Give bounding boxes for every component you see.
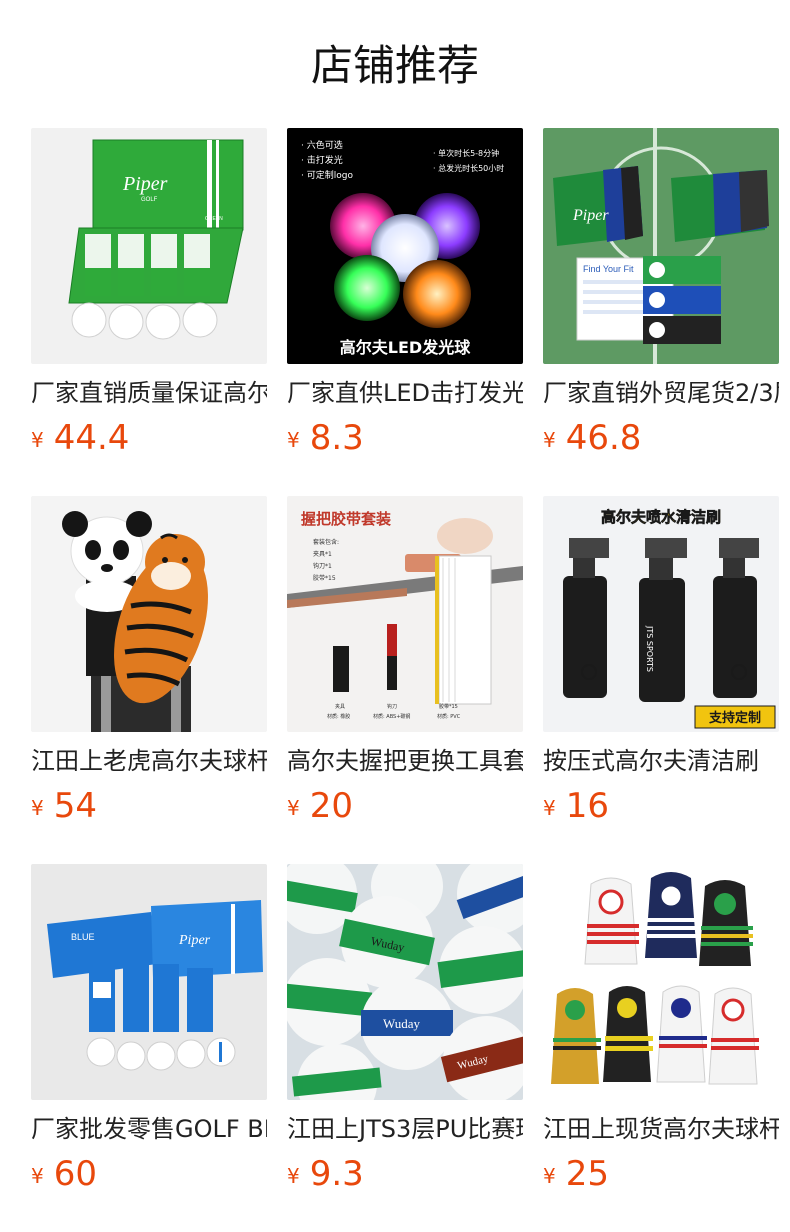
product-card[interactable]: 江田上老虎高尔夫球杆套 ¥54 [31,496,267,864]
product-image[interactable] [543,864,779,1100]
product-name[interactable]: 厂家批发零售GOLF BLUE [31,1112,267,1146]
feature-text: · 六色可选 [301,139,343,151]
feature-text: · 可定制logo [301,169,353,181]
currency-symbol: ¥ [287,796,300,820]
product-image[interactable]: Wuday Wuday Wuday [287,864,523,1100]
product-name[interactable]: 江田上老虎高尔夫球杆套 [31,744,267,778]
grip-tape-kit-image: 握把胶带套装 套装包含: 夹具*1 钩刀*1 胶带*15 夹具 钩刀 胶带*15… [287,496,523,732]
price-amount: 20 [309,786,353,826]
product-image[interactable] [31,496,267,732]
product-image[interactable]: Piper Find Your Fit [543,128,779,364]
brand-text: JTS SPORTS [645,625,654,672]
currency-symbol: ¥ [31,796,44,820]
striped-golf-balls-image: Wuday Wuday Wuday [287,864,523,1100]
product-price: ¥46.8 [543,416,641,460]
price-amount: 44.4 [53,418,130,458]
image-heading: 握把胶带套装 [301,510,392,528]
feature-text: · 击打发光 [301,154,343,166]
currency-symbol: ¥ [543,428,556,452]
currency-symbol: ¥ [543,1164,556,1188]
product-price: ¥25 [543,1152,609,1196]
brand-sub-text: GOLF [141,197,158,203]
product-image[interactable]: · 六色可选 · 击打发光 · 可定制logo · 单次时长5-8分钟 · 总发… [287,128,523,364]
price-amount: 8.3 [309,418,364,458]
product-price: ¥8.3 [287,416,364,460]
product-image[interactable]: 高尔夫喷水清洁刷 JTS SPORTS 支持定制 [543,496,779,732]
cleaning-brush-image: 高尔夫喷水清洁刷 JTS SPORTS 支持定制 [543,496,779,732]
product-price: ¥60 [31,1152,97,1196]
golf-box-set-image: Piper Find Your Fit [543,128,779,364]
product-name[interactable]: 厂家直供LED击打发光球 [287,376,523,410]
product-card[interactable]: Piper GOLF GREEN 厂家直销质量保证高尔夫球 ¥44.4 [31,128,267,496]
product-card[interactable]: 握把胶带套装 套装包含: 夹具*1 钩刀*1 胶带*15 夹具 钩刀 胶带*15… [287,496,523,864]
product-name[interactable]: 厂家直销质量保证高尔夫球 [31,376,267,410]
club-headcovers-image [543,864,779,1100]
animal-headcover-image [31,496,267,732]
currency-symbol: ¥ [287,1164,300,1188]
product-name[interactable]: 江田上现货高尔夫球杆套 [543,1112,779,1146]
product-image[interactable]: 握把胶带套装 套装包含: 夹具*1 钩刀*1 胶带*15 夹具 钩刀 胶带*15… [287,496,523,732]
currency-symbol: ¥ [287,428,300,452]
image-caption: 高尔夫LED发光球 [340,338,471,357]
product-name[interactable]: 高尔夫握把更换工具套装 [287,744,523,778]
brand-text: Piper [572,207,609,224]
blue-ball-box-image: BLUE Piper [31,864,267,1100]
item-label: 夹具 [335,703,345,710]
item-label: 钩刀 [387,703,397,710]
product-card[interactable]: · 六色可选 · 击打发光 · 可定制logo · 单次时长5-8分钟 · 总发… [287,128,523,496]
price-amount: 46.8 [565,418,642,458]
ball-text: Wuday [383,1016,421,1031]
page-title: 店铺推荐 [310,41,479,90]
item-label: 材质: ABS+碳钢 [373,713,410,720]
product-name[interactable]: 厂家直销外贸尾货2/3层 [543,376,779,410]
currency-symbol: ¥ [543,796,556,820]
product-price: ¥54 [31,784,97,828]
leaflet-text: Find Your Fit [583,264,634,274]
product-name[interactable]: 江田上JTS3层PU比赛球 [287,1112,523,1146]
item-label: 胶带*15 [439,703,458,710]
golf-ball-box-image: Piper GOLF GREEN [31,128,267,364]
item-label: 材质: 橡胶 [327,713,350,720]
kit-text: 胶带*15 [313,574,336,582]
kit-text: 套装包含: [313,538,339,546]
product-card[interactable]: 高尔夫喷水清洁刷 JTS SPORTS 支持定制 按压式高尔夫清洁刷 ¥16 [543,496,779,864]
price-amount: 25 [565,1154,609,1194]
product-price: ¥9.3 [287,1152,364,1196]
price-amount: 60 [53,1154,97,1194]
custom-badge: 支持定制 [708,710,761,726]
currency-symbol: ¥ [31,428,44,452]
variant-text: GREEN [205,216,223,222]
product-name[interactable]: 按压式高尔夫清洁刷 [543,744,779,778]
kit-text: 夹具*1 [313,550,332,558]
feature-text: · 总发光时长50小时 [433,163,504,173]
price-amount: 9.3 [309,1154,364,1194]
product-image[interactable]: BLUE Piper [31,864,267,1100]
product-card[interactable]: 江田上现货高尔夫球杆套 ¥25 [543,864,779,1232]
price-amount: 16 [565,786,609,826]
product-card[interactable]: Wuday Wuday Wuday 江田上JTS3层PU比赛球 ¥9.3 [287,864,523,1232]
price-amount: 54 [53,786,97,826]
feature-text: · 单次时长5-8分钟 [433,148,499,158]
product-price: ¥20 [287,784,353,828]
led-golf-ball-image: · 六色可选 · 击打发光 · 可定制logo · 单次时长5-8分钟 · 总发… [287,128,523,364]
item-label: 材质: PVC [437,713,461,720]
product-grid: Piper GOLF GREEN 厂家直销质量保证高尔夫球 ¥44.4 [31,128,779,1232]
product-price: ¥44.4 [31,416,129,460]
brand-text: BLUE [71,932,95,942]
product-image[interactable]: Piper GOLF GREEN [31,128,267,364]
product-price: ¥16 [543,784,609,828]
product-card[interactable]: BLUE Piper 厂家批发零售GOLF BLUE ¥60 [31,864,267,1232]
kit-text: 钩刀*1 [313,562,332,570]
brand-text: Piper [178,933,211,948]
product-card[interactable]: Piper Find Your Fit 厂家直销外贸尾货2/3层 ¥46.8 [543,128,779,496]
image-heading: 高尔夫喷水清洁刷 [601,508,721,526]
brand-text: Piper [122,173,168,195]
currency-symbol: ¥ [31,1164,44,1188]
